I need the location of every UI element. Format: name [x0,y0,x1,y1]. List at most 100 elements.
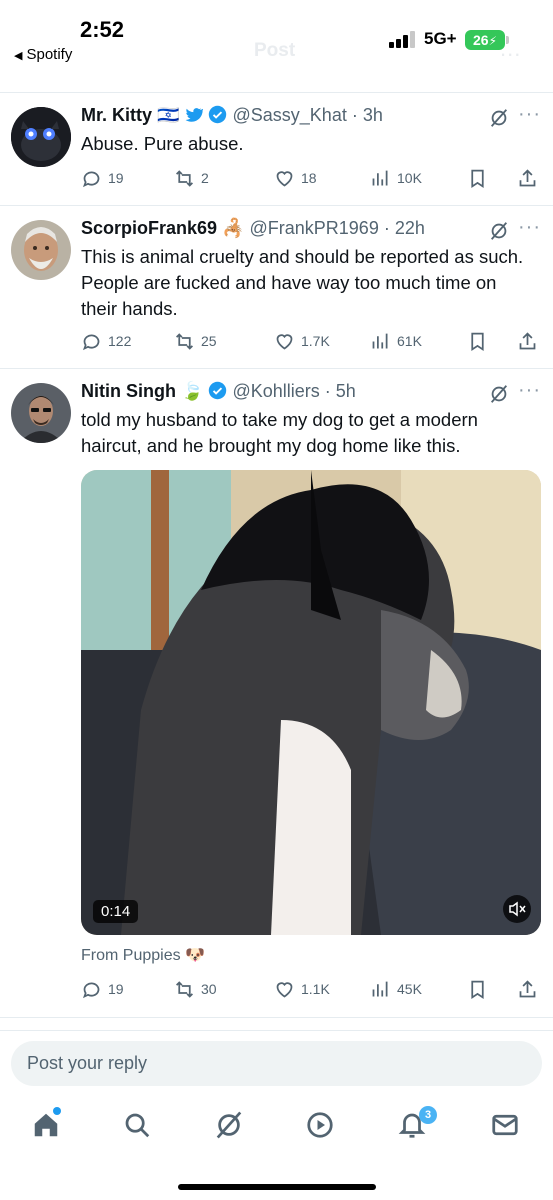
tweet-header: Mr. Kitty 🇮🇱 @Sassy_Khat · 3h [81,105,383,125]
repost-button[interactable]: 25 [174,328,217,354]
share-icon [519,168,536,186]
bookmark-icon [471,980,484,999]
share-button[interactable] [517,165,544,191]
reply-icon [83,171,100,187]
avatar[interactable] [11,383,71,443]
signal-icon [389,30,419,48]
divider [0,1030,553,1031]
like-button[interactable]: 1.1K [274,976,330,1002]
home-indicator[interactable] [178,1184,376,1190]
more-options-icon[interactable]: ··· [518,216,541,239]
bookmark-button[interactable] [467,976,494,1002]
reply-button[interactable]: 19 [81,165,124,191]
repost-icon [176,332,193,350]
handle[interactable]: @Kohlliers [232,381,319,401]
tweet-text: This is animal cruelty and should be rep… [81,246,524,319]
grok-icon[interactable] [488,383,510,405]
mute-button[interactable] [503,895,531,923]
reply-icon [83,334,100,350]
battery-tip [506,36,509,44]
share-button[interactable] [517,328,544,354]
video-thumbnail [81,470,541,935]
tweet-actions: 19 2 18 10K [81,165,541,191]
grok-icon[interactable] [214,1110,244,1140]
bookmark-button[interactable] [467,165,494,191]
avatar[interactable] [11,220,71,280]
scorpion-badge: 🦂 [222,218,245,238]
views-count: 10K [397,170,422,186]
home-unread-dot [53,1107,61,1115]
video-duration: 0:14 [93,900,139,923]
views-count: 61K [397,333,422,349]
notification-badge: 3 [419,1106,437,1124]
back-app-label: Spotify [26,46,73,63]
more-options-icon[interactable]: ··· [518,379,541,402]
bookmark-button[interactable] [467,328,494,354]
repost-icon [176,169,193,187]
views-button[interactable]: 61K [370,328,422,354]
tweet-video[interactable]: 0:14 [81,470,541,935]
repost-button[interactable]: 30 [174,976,217,1002]
share-button[interactable] [517,976,544,1002]
leaf-badge: 🍃 [181,381,204,401]
views-icon [372,981,388,996]
display-name[interactable]: Mr. Kitty [81,105,152,125]
tweet-actions: 122 25 1.7K 61K [81,328,541,354]
avatar-image [11,383,71,443]
views-icon [372,170,388,185]
search-icon[interactable] [122,1110,152,1140]
display-name[interactable]: ScorpioFrank69 [81,218,217,238]
repost-count: 25 [201,333,217,349]
reply-count: 122 [108,333,132,349]
messages-icon[interactable] [490,1110,520,1140]
reply-count: 19 [108,170,124,186]
video-icon[interactable] [305,1110,335,1140]
repost-icon [176,980,193,998]
tweet[interactable]: Mr. Kitty 🇮🇱 @Sassy_Khat · 3h ··· Abuse.… [0,93,553,205]
tweet-text: Abuse. Pure abuse. [81,133,244,154]
reply-button[interactable]: 122 [81,328,131,354]
timestamp[interactable]: 22h [395,218,425,238]
heart-icon [276,333,293,350]
avatar-image [11,220,71,280]
tweet-header: Nitin Singh 🍃 @Kohlliers · 5h [81,381,356,401]
avatar[interactable] [11,107,71,167]
verified-badge-icon [209,381,227,400]
verified-badge-icon [209,105,227,124]
bird-icon [186,108,204,122]
views-button[interactable]: 45K [370,976,422,1002]
grok-icon[interactable] [488,220,510,242]
tweet[interactable]: ScorpioFrank69 🦂 @FrankPR1969 · 22h ··· … [0,206,553,368]
timestamp[interactable]: 5h [336,381,356,401]
reply-button[interactable]: 19 [81,976,124,1002]
timestamp[interactable]: 3h [363,105,383,125]
back-arrow-icon: ◀ [14,50,23,62]
network-label: 5G+ [424,29,457,48]
heart-icon [276,170,293,187]
grok-icon[interactable] [488,107,510,129]
bookmark-icon [471,169,484,188]
reply-count: 19 [108,981,124,997]
tweet-actions: 19 30 1.1K 45K [81,976,541,1002]
video-source-label[interactable]: From Puppies 🐶 [81,945,205,965]
reply-placeholder: Post your reply [27,1053,148,1073]
status-bar: 2:52 ◀ Spotify Post ... 5G+ 26⚡ [0,0,553,92]
like-button[interactable]: 18 [274,165,317,191]
back-to-app-link[interactable]: ◀ Spotify [14,46,72,63]
reply-icon [83,982,100,998]
repost-button[interactable]: 2 [174,165,209,191]
battery-level: 26 [472,32,489,48]
flag-badge: 🇮🇱 [157,105,180,125]
tweet-header: ScorpioFrank69 🦂 @FrankPR1969 · 22h [81,218,425,238]
views-count: 45K [397,981,422,997]
header-title-faded: Post [254,40,296,61]
share-icon [519,331,536,349]
like-button[interactable]: 1.7K [274,328,330,354]
display-name[interactable]: Nitin Singh [81,381,176,401]
like-count: 1.1K [301,981,330,997]
reply-input[interactable]: Post your reply [11,1041,542,1086]
handle[interactable]: @FrankPR1969 [250,218,379,238]
more-options-icon[interactable]: ··· [518,103,541,126]
views-button[interactable]: 10K [370,165,422,191]
handle[interactable]: @Sassy_Khat [233,105,347,125]
